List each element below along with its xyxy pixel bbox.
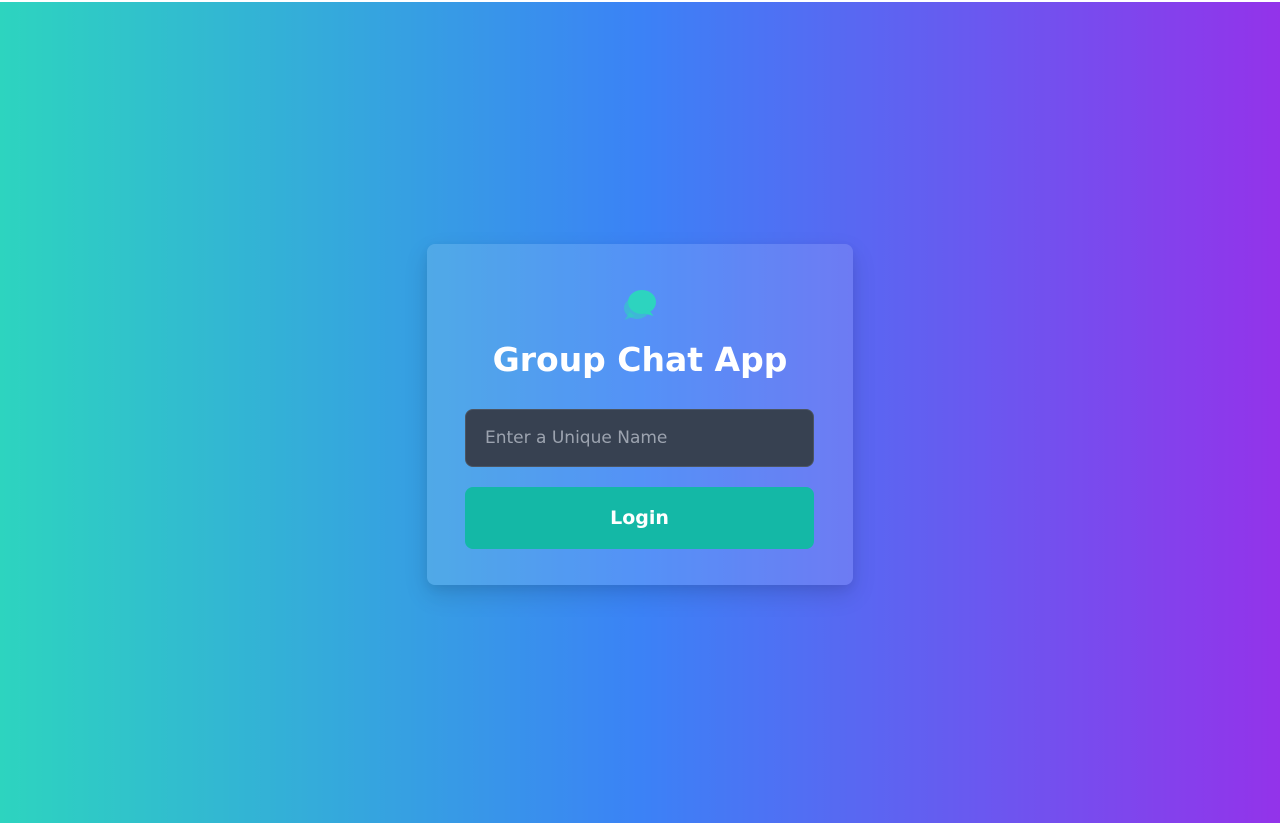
unique-name-input[interactable]: [465, 409, 814, 467]
chat-bubbles-icon-graphic: [624, 290, 656, 320]
login-page: Group Chat App Login: [0, 2, 1280, 823]
login-button[interactable]: Login: [465, 487, 814, 549]
login-card: Group Chat App Login: [427, 244, 853, 585]
app-title: Group Chat App: [492, 340, 788, 379]
chat-bubbles-icon: [620, 286, 660, 326]
